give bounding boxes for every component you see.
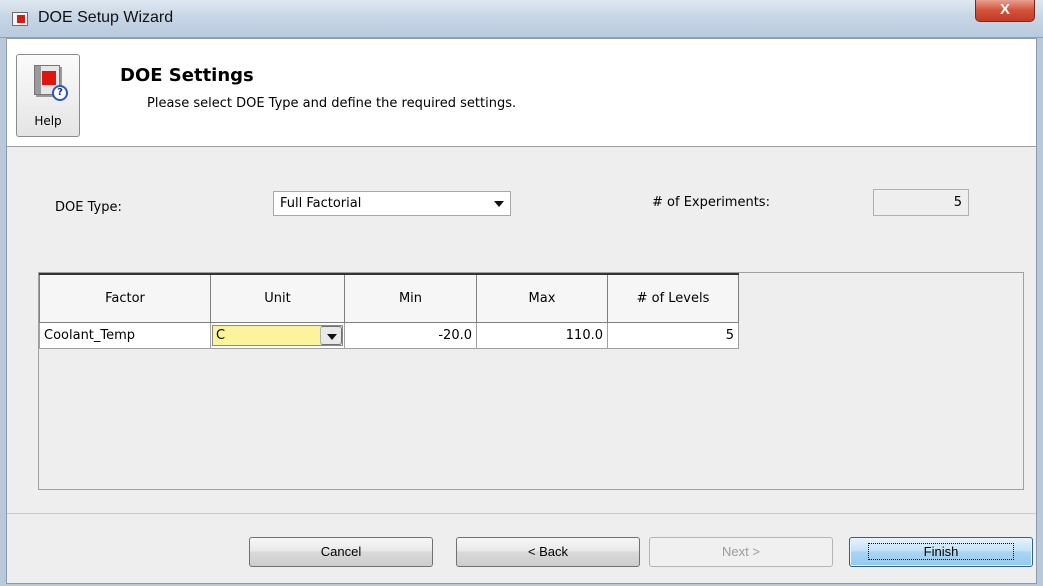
doe-type-value: Full Factorial xyxy=(280,196,362,211)
window-title: DOE Setup Wizard xyxy=(38,9,174,26)
question-mark-icon: ? xyxy=(52,85,68,101)
wizard-header: ? Help DOE Settings Please select DOE Ty… xyxy=(7,39,1036,147)
experiments-label: # of Experiments: xyxy=(652,195,770,210)
page-title: DOE Settings xyxy=(120,65,254,86)
experiments-field: 5 xyxy=(873,189,969,216)
factor-table: Factor Unit Min Max # of Levels Coolant_… xyxy=(39,273,739,349)
page-subtitle: Please select DOE Type and define the re… xyxy=(147,96,517,111)
unit-value: C xyxy=(216,327,226,343)
unit-dropdown[interactable]: C xyxy=(212,324,343,346)
wizard-window: ? Help DOE Settings Please select DOE Ty… xyxy=(6,38,1037,584)
chevron-down-icon[interactable] xyxy=(320,325,342,345)
levels-cell[interactable]: 5 xyxy=(607,321,739,349)
finish-button[interactable]: Finish xyxy=(849,537,1033,567)
doe-type-label: DOE Type: xyxy=(55,200,122,215)
help-icon: ? xyxy=(34,65,68,101)
close-button[interactable]: X xyxy=(975,0,1035,22)
doe-type-select[interactable]: Full Factorial xyxy=(273,191,511,216)
back-button[interactable]: < Back xyxy=(456,537,640,567)
column-header-factor[interactable]: Factor xyxy=(39,273,211,323)
max-cell[interactable]: 110.0 xyxy=(476,321,608,349)
next-button[interactable]: Next > xyxy=(649,537,833,567)
min-cell[interactable]: -20.0 xyxy=(344,321,477,349)
column-header-max[interactable]: Max xyxy=(476,273,608,323)
cancel-button[interactable]: Cancel xyxy=(249,537,433,567)
chevron-down-icon xyxy=(494,201,504,207)
table-row: Coolant_Temp C -20.0 110.0 5 xyxy=(39,321,739,349)
column-header-min[interactable]: Min xyxy=(344,273,477,323)
factor-table-panel: Factor Unit Min Max # of Levels Coolant_… xyxy=(38,272,1024,490)
help-button[interactable]: ? Help xyxy=(16,54,80,137)
footer-divider xyxy=(7,513,1036,514)
column-header-levels[interactable]: # of Levels xyxy=(607,273,739,323)
unit-cell[interactable]: C xyxy=(210,321,345,349)
column-header-unit[interactable]: Unit xyxy=(210,273,345,323)
finish-button-label: Finish xyxy=(867,543,1015,560)
help-button-label: Help xyxy=(34,114,62,128)
title-bar: DOE Setup Wizard X xyxy=(0,0,1043,38)
factor-cell[interactable]: Coolant_Temp xyxy=(39,321,211,349)
app-icon xyxy=(12,12,28,26)
table-header-row: Factor Unit Min Max # of Levels xyxy=(39,273,739,323)
